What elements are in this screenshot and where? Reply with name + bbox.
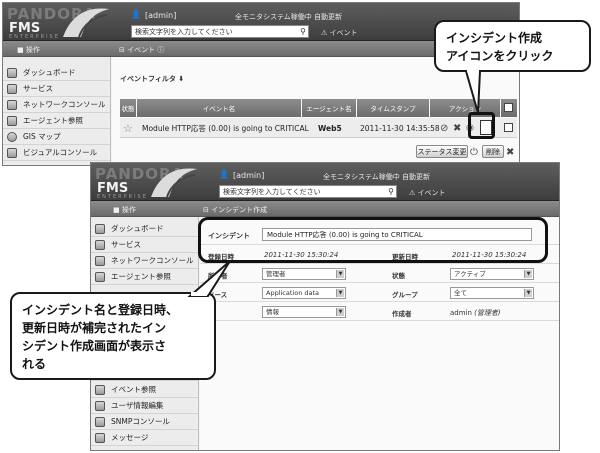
sidebar-item-gis-map[interactable]: GIS マップ <box>3 129 110 145</box>
event-timestamp: 2011-11-30 14:35:58 <box>360 123 440 133</box>
breadcrumb: ⊟ イベント ⓘ <box>119 46 165 54</box>
sidebar-item-services[interactable]: サービス <box>3 81 110 97</box>
col-header-select <box>501 99 517 117</box>
logo-swoosh-icon <box>63 8 109 38</box>
sidebar-item-dashboard[interactable]: ダッシュボード <box>3 65 110 81</box>
network-icon <box>7 99 17 110</box>
user-icon: 👤 <box>131 10 141 19</box>
sidebar-item-visual-console[interactable]: ビジュアルコンソール <box>3 145 110 161</box>
agent-icon <box>7 115 17 126</box>
col-header-event: イベント名 <box>137 99 301 117</box>
snmp-icon <box>95 416 105 427</box>
status-icon: ☆ <box>123 121 133 135</box>
creator-label: 作成者 <box>392 310 412 318</box>
owner-row: 所有者 管理者▼ 状態 アクティブ▼ <box>200 265 559 283</box>
breadcrumb: ⊟ インシデント作成 <box>203 206 268 214</box>
sidebar-item-agents[interactable]: エージェント参照 <box>3 113 110 129</box>
status-label: 状態 <box>392 272 405 280</box>
user-name[interactable]: [admin] <box>145 11 176 20</box>
logo-swoosh-icon <box>151 168 197 198</box>
status-change-button[interactable]: ステータス変更 <box>416 145 468 158</box>
callout-pointer-top <box>464 69 482 114</box>
event-link[interactable]: ⚠ イベント <box>321 28 358 38</box>
status-select[interactable]: アクティブ ▼ <box>450 268 534 280</box>
chevron-down-icon: ▼ <box>336 308 344 316</box>
source-select[interactable]: Application data ▼ <box>262 287 346 299</box>
callout-pointer-bottom <box>187 260 231 297</box>
owner-select[interactable]: 管理者 ▼ <box>262 268 346 280</box>
event-content: イベントフィルタ ⬇ 状態 イベント名 エージェント名 タイムスタンプ アクショ… <box>112 57 519 165</box>
dashboard-icon <box>7 67 17 78</box>
search-icon[interactable]: ⚲ <box>388 187 394 197</box>
incident-fields-highlight <box>198 217 548 263</box>
refresh-icon[interactable]: ⏻ <box>470 142 478 162</box>
operation-menu[interactable]: ■ 操作 <box>17 45 40 55</box>
sidebar-item-network-console[interactable]: ネットワークコンソール <box>3 97 110 113</box>
event-filter-label[interactable]: イベントフィルタ ⬇ <box>120 74 184 84</box>
chevron-down-icon: ▼ <box>524 270 532 278</box>
menu-bar: ■ 操作 ⊟ インシデント作成 <box>91 201 559 217</box>
events-icon <box>95 384 105 395</box>
table-row: ☆ Module HTTP応答 (0.00) is going to CRITI… <box>120 118 517 138</box>
priority-select[interactable]: 情報 ▼ <box>262 306 346 318</box>
sidebar-item-dashboard[interactable]: ダッシュボード <box>91 221 198 237</box>
sidebar-item-user-edit[interactable]: ユーザ情報編集 <box>91 398 198 414</box>
validate-icon[interactable]: ⊘ <box>440 118 448 138</box>
priority-row: 情報 ▼ 作成者 admin (管理者) <box>200 303 559 321</box>
delete-button[interactable]: 削除 <box>482 145 504 158</box>
sidebar-item-snmp-console[interactable]: SNMPコンソール <box>91 414 198 430</box>
event-link[interactable]: ⚠ イベント <box>409 188 446 198</box>
search-input[interactable]: 検索文字列を入力してください ⚲ <box>131 25 309 38</box>
group-label: グループ <box>392 291 418 299</box>
globe-icon <box>7 131 17 142</box>
select-all-checkbox[interactable] <box>504 103 513 112</box>
sidebar-item-events[interactable]: イベント参照 <box>91 382 198 398</box>
creator-value: admin (管理者) <box>450 309 501 317</box>
col-header-agent: エージェント名 <box>302 99 356 117</box>
services-icon <box>95 239 105 250</box>
sidebar: ダッシュボード サービス ネットワークコンソール エージェント参照 GIS マッ… <box>3 57 111 165</box>
search-input[interactable]: 検索文字列を入力してください ⚲ <box>219 185 397 198</box>
col-header-status: 状態 <box>120 99 136 117</box>
search-icon[interactable]: ⚲ <box>300 27 306 37</box>
user-name[interactable]: [admin] <box>233 171 264 180</box>
user-edit-icon <box>95 400 105 411</box>
create-incident-highlight <box>468 112 495 139</box>
monitor-status[interactable]: 全モニタシステム稼働中 自動更新 <box>235 12 342 22</box>
group-select[interactable]: 全て ▼ <box>450 287 534 299</box>
callout-form-shown: インシデント名と登録日時、 更新日時が補完されたイン シデント作成画面が表示さ … <box>10 292 216 380</box>
logo-edition: ENTERPRISE <box>97 194 148 200</box>
agent-icon <box>95 271 105 282</box>
callout-click-icon: インシデント作成 アイコンをクリック <box>434 20 591 72</box>
agent-name[interactable]: Web5 <box>318 118 342 138</box>
close-icon[interactable]: ✖ <box>506 142 514 162</box>
delete-icon[interactable]: ✖ <box>453 118 461 138</box>
row-select-checkbox[interactable] <box>504 123 513 132</box>
dashboard-icon <box>95 223 105 234</box>
network-icon <box>95 255 105 266</box>
chevron-down-icon: ▼ <box>336 270 344 278</box>
chevron-down-icon: ▼ <box>336 289 344 297</box>
chevron-down-icon: ▼ <box>524 289 532 297</box>
operation-menu[interactable]: ■ 操作 <box>113 205 136 215</box>
event-name[interactable]: Module HTTP応答 (0.00) is going to CRITICA… <box>142 118 309 138</box>
col-header-timestamp: タイムスタンプ <box>357 99 429 117</box>
user-icon: 👤 <box>219 170 229 179</box>
services-icon <box>7 83 17 94</box>
visual-console-icon <box>7 147 17 158</box>
sidebar-item-messages[interactable]: メッセージ <box>91 430 198 446</box>
sidebar-item-services[interactable]: サービス <box>91 237 198 253</box>
monitor-status[interactable]: 全モニタシステム稼働中 自動更新 <box>323 172 430 182</box>
source-row: ソース Application data ▼ グループ 全て ▼ <box>200 284 559 302</box>
logo-edition: ENTERPRISE <box>9 34 60 40</box>
header-bar: PANDORA FMS ENTERPRISE 👤 [admin] 全モニタシステ… <box>91 163 559 201</box>
message-icon <box>95 432 105 443</box>
